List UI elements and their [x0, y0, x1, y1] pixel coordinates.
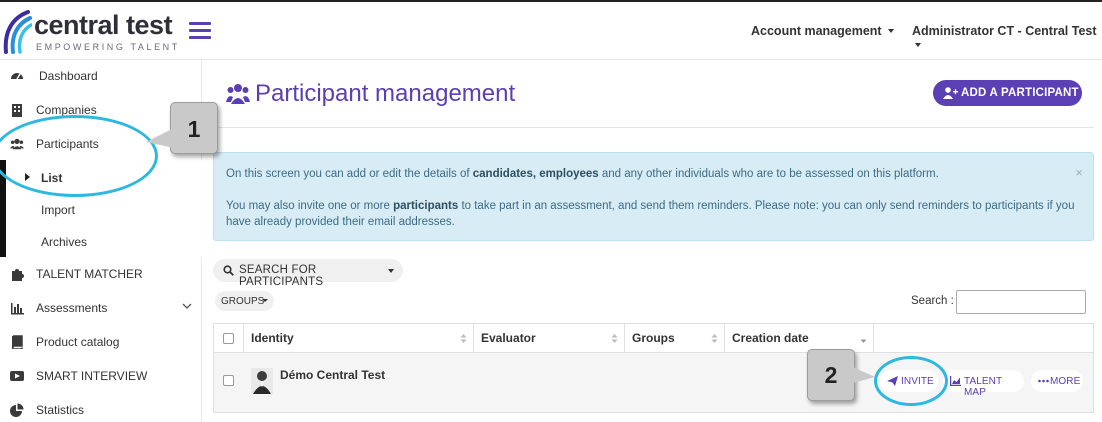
callout-pointer: [146, 128, 174, 148]
logo-subtitle: EMPOWERING TALENT: [36, 42, 180, 52]
caret-down-icon: [388, 269, 394, 273]
groups-dropdown-button[interactable]: GROUPS: [215, 291, 274, 311]
callout-number-1: 1: [170, 102, 218, 154]
caret-right-icon: [25, 173, 30, 181]
title-divider: [213, 127, 1094, 128]
chevron-down-icon: [182, 303, 192, 309]
sidebar-item-talent-matcher[interactable]: TALENT MATCHER: [0, 258, 202, 290]
sidebar-item-product-catalog[interactable]: Product catalog: [0, 326, 202, 358]
participants-submenu: List Import Archives: [0, 160, 202, 257]
more-button[interactable]: MORE: [1031, 370, 1083, 392]
user-plus-icon: [943, 87, 958, 99]
logo-title: central test: [34, 10, 173, 40]
select-all-checkbox[interactable]: [223, 333, 234, 344]
talent-map-button[interactable]: TALENT MAP: [943, 370, 1024, 398]
callout-number-2: 2: [807, 349, 855, 401]
puzzle-icon: [12, 269, 24, 281]
area-chart-icon: [950, 376, 961, 386]
dashboard-icon: [11, 73, 23, 80]
sidebar-item-assessments[interactable]: Assessments: [0, 292, 202, 324]
avatar: [251, 368, 273, 394]
sort-desc-icon: [860, 339, 867, 343]
users-icon: [226, 84, 250, 104]
info-text-2: You may also invite one or more particip…: [226, 200, 1075, 228]
info-text-1: On this screen you can add or edit the d…: [226, 168, 939, 180]
logo[interactable]: central test EMPOWERING TALENT: [2, 8, 182, 56]
video-icon: [10, 371, 24, 381]
close-icon[interactable]: ×: [1075, 165, 1083, 181]
search-input[interactable]: [956, 290, 1086, 314]
invite-button[interactable]: INVITE: [880, 370, 938, 392]
sort-icon: [611, 334, 618, 343]
book-icon: [11, 335, 23, 349]
ellipsis-icon: [1038, 379, 1049, 383]
page-title: Participant management: [255, 80, 516, 107]
select-all-cell: [214, 324, 244, 353]
users-icon: [10, 138, 24, 150]
column-header-actions: [874, 324, 1093, 353]
hamburger-menu-icon[interactable]: [189, 22, 211, 39]
search-label: Search :: [911, 295, 954, 307]
participants-table: Identity Evaluator Groups Creation date: [213, 323, 1094, 413]
info-alert: On this screen you can add or edit the d…: [213, 152, 1094, 241]
user-menu[interactable]: Administrator CT - Central Test: [912, 24, 1102, 52]
row-checkbox[interactable]: [223, 375, 234, 386]
caret-down-icon: [262, 299, 268, 302]
column-header-groups[interactable]: Groups: [625, 324, 725, 353]
sort-icon: [460, 334, 467, 343]
paper-plane-icon: [887, 376, 898, 386]
sidebar-item-smart-interview[interactable]: SMART INTERVIEW: [0, 360, 202, 392]
callout-pointer: [853, 367, 875, 383]
table-header: Identity Evaluator Groups Creation date: [214, 324, 1093, 353]
caret-down-icon: [887, 29, 894, 33]
sidebar-item-statistics[interactable]: Statistics: [0, 394, 202, 422]
sidebar-item-dashboard[interactable]: Dashboard: [0, 60, 202, 92]
sidebar-subitem-archives[interactable]: Archives: [6, 225, 202, 257]
table-row: Démo Central Test INVITE TALENT MAP MORE: [214, 353, 1093, 412]
pie-chart-icon: [10, 403, 24, 417]
logo-mark-icon: [3, 10, 32, 54]
app-frame: central test EMPOWERING TALENT Account m…: [0, 0, 1102, 422]
top-header: central test EMPOWERING TALENT Account m…: [0, 2, 1102, 60]
participant-name[interactable]: Démo Central Test: [280, 368, 385, 382]
search-participants-button[interactable]: SEARCH FOR PARTICIPANTS: [213, 259, 403, 288]
building-icon: [12, 104, 22, 117]
add-participant-button[interactable]: ADD A PARTICIPANT: [933, 80, 1082, 106]
column-header-evaluator[interactable]: Evaluator: [474, 324, 625, 353]
bar-chart-icon: [11, 303, 24, 315]
sort-icon: [711, 334, 718, 343]
caret-down-icon: [915, 43, 921, 47]
column-header-identity[interactable]: Identity: [244, 324, 474, 353]
account-management-menu[interactable]: Account management: [751, 24, 894, 38]
sidebar-subitem-list[interactable]: List: [6, 161, 202, 193]
sidebar-subitem-import[interactable]: Import: [6, 193, 202, 225]
search-icon: [223, 265, 234, 276]
